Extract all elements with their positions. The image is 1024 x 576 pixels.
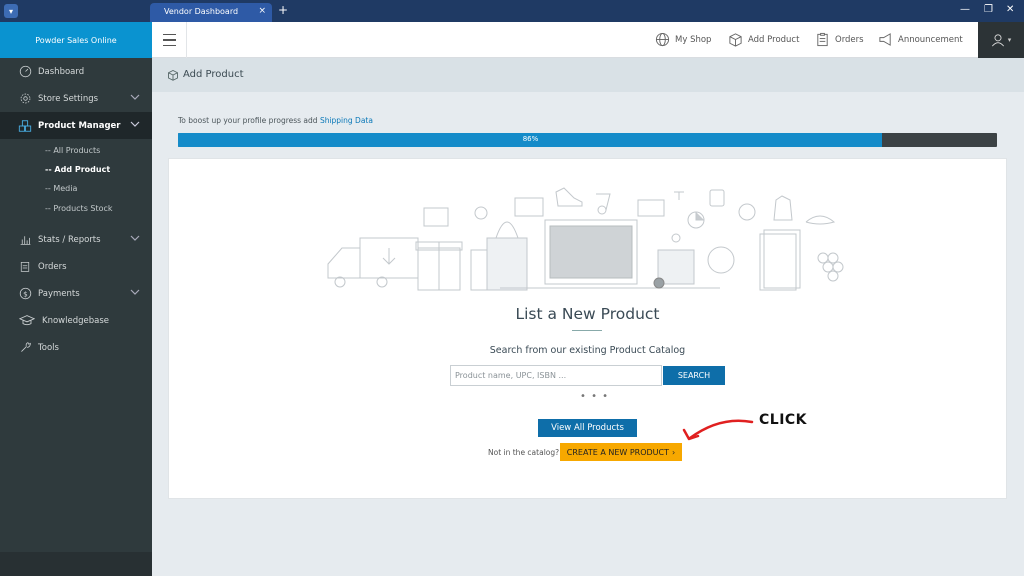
user-icon	[991, 34, 1004, 47]
progress-percent-label: 86%	[522, 135, 539, 143]
chevron-down-icon	[130, 235, 140, 241]
chevron-down-icon	[130, 94, 140, 100]
chevron-right-icon: ›	[672, 447, 676, 457]
svg-text:$: $	[23, 289, 28, 298]
sidebar-item-label: Dashboard	[38, 66, 85, 77]
topnav-label: Add Product	[748, 34, 800, 45]
wrench-icon	[18, 341, 32, 355]
sidebar-footer	[0, 552, 152, 576]
products-illustration	[327, 187, 844, 291]
tab-close-icon[interactable]: ×	[258, 6, 266, 16]
graduation-cap-icon	[18, 314, 36, 328]
sidebar-item-label: Knowledgebase	[42, 315, 109, 326]
sidebar-item-tools[interactable]: Tools	[0, 334, 152, 361]
sidebar-subitem-all-products[interactable]: -- All Products	[45, 146, 100, 155]
sidebar-item-product-manager[interactable]: Product Manager	[0, 112, 152, 139]
boxes-icon	[18, 119, 32, 133]
brand-logo[interactable]: Powder Sales Online	[0, 22, 152, 58]
sidebar-item-dashboard[interactable]: Dashboard	[0, 58, 152, 85]
topnav-label: Announcement	[898, 34, 963, 45]
browser-tab[interactable]: Vendor Dashboard ×	[150, 3, 272, 22]
dashboard-icon	[18, 65, 32, 79]
tab-title: Vendor Dashboard	[164, 7, 239, 16]
catalog-search-subheading: Search from our existing Product Catalog	[489, 345, 686, 356]
topnav-label: My Shop	[675, 34, 712, 45]
topnav-my-shop[interactable]: My Shop	[655, 32, 711, 47]
sidebar-item-label: Orders	[38, 261, 67, 272]
gear-icon	[18, 92, 32, 106]
brand-name: Powder Sales Online	[35, 35, 117, 45]
topnav-label: Orders	[835, 34, 864, 45]
sidebar-item-orders[interactable]: Orders	[0, 253, 152, 280]
topnav-announcement[interactable]: Announcement	[878, 32, 963, 47]
progress-message: To boost up your profile progress add	[178, 116, 320, 125]
sidebar-item-stats-reports[interactable]: Stats / Reports	[0, 226, 152, 253]
page-title: Add Product	[183, 69, 244, 80]
browser-menu-chevron-icon[interactable]: ▾	[4, 4, 18, 18]
shipping-data-link[interactable]: Shipping Data	[320, 116, 373, 125]
topnav-orders[interactable]: Orders	[815, 32, 864, 47]
megaphone-icon	[879, 33, 891, 46]
separator-dots: • • •	[580, 391, 610, 402]
close-window-icon[interactable]: ✕	[1006, 4, 1014, 15]
sidebar-item-label: Product Manager	[38, 120, 121, 131]
page-header: Add Product	[152, 58, 1024, 92]
sidebar-subitem-media[interactable]: -- Media	[45, 184, 77, 193]
hamburger-menu-button[interactable]	[152, 22, 187, 58]
list-new-product-heading: List a New Product	[515, 305, 660, 323]
hamburger-icon	[162, 32, 176, 49]
profile-progress-text: To boost up your profile progress add Sh…	[178, 116, 373, 125]
sidebar-item-label: Payments	[38, 288, 80, 299]
browser-titlebar: ▾ Vendor Dashboard × + — ❐ ✕	[0, 0, 1024, 22]
create-new-product-button[interactable]: CREATE A NEW PRODUCT ›	[560, 443, 682, 461]
catalog-search-input[interactable]	[450, 365, 662, 386]
sidebar-item-label: Tools	[38, 342, 59, 353]
not-in-catalog-label: Not in the catalog?	[488, 448, 560, 457]
sidebar-item-label: Stats / Reports	[38, 234, 101, 245]
catalog-search-button[interactable]: SEARCH	[663, 366, 725, 385]
user-menu-button[interactable]: ▾	[978, 22, 1024, 58]
chevron-down-icon	[130, 289, 140, 295]
box-icon	[168, 69, 178, 81]
sidebar-item-payments[interactable]: $ Payments	[0, 280, 152, 307]
chevron-down-icon	[130, 121, 140, 127]
sidebar: Dashboard Store Settings Product Manager…	[0, 58, 152, 576]
globe-icon	[655, 32, 670, 47]
sidebar-item-knowledgebase[interactable]: Knowledgebase	[0, 307, 152, 334]
heading-divider	[572, 330, 602, 331]
profile-progress-bar: 86%	[178, 133, 997, 147]
restore-icon[interactable]: ❐	[984, 4, 993, 15]
sidebar-subitem-products-stock[interactable]: -- Products Stock	[45, 204, 113, 213]
sidebar-item-label: Store Settings	[38, 93, 99, 104]
clipboard-icon	[18, 260, 32, 274]
topnav-add-product[interactable]: Add Product	[728, 32, 799, 47]
chart-icon	[18, 233, 32, 247]
view-all-products-button[interactable]: View All Products	[538, 419, 637, 437]
create-button-label: CREATE A NEW PRODUCT	[566, 447, 669, 457]
annotation-arrow-icon	[682, 419, 754, 441]
dollar-icon: $	[18, 287, 32, 301]
minimize-icon[interactable]: —	[960, 4, 970, 15]
top-bar: My Shop Add Product Orders Announcement …	[152, 22, 1024, 58]
click-annotation-label: CLICK	[759, 412, 808, 428]
box-icon	[729, 33, 742, 47]
chevron-down-icon: ▾	[1007, 36, 1012, 44]
sidebar-item-store-settings[interactable]: Store Settings	[0, 85, 152, 112]
sidebar-subitem-add-product[interactable]: -- Add Product	[45, 165, 110, 174]
clipboard-icon	[817, 32, 828, 47]
new-tab-button[interactable]: +	[278, 3, 288, 17]
